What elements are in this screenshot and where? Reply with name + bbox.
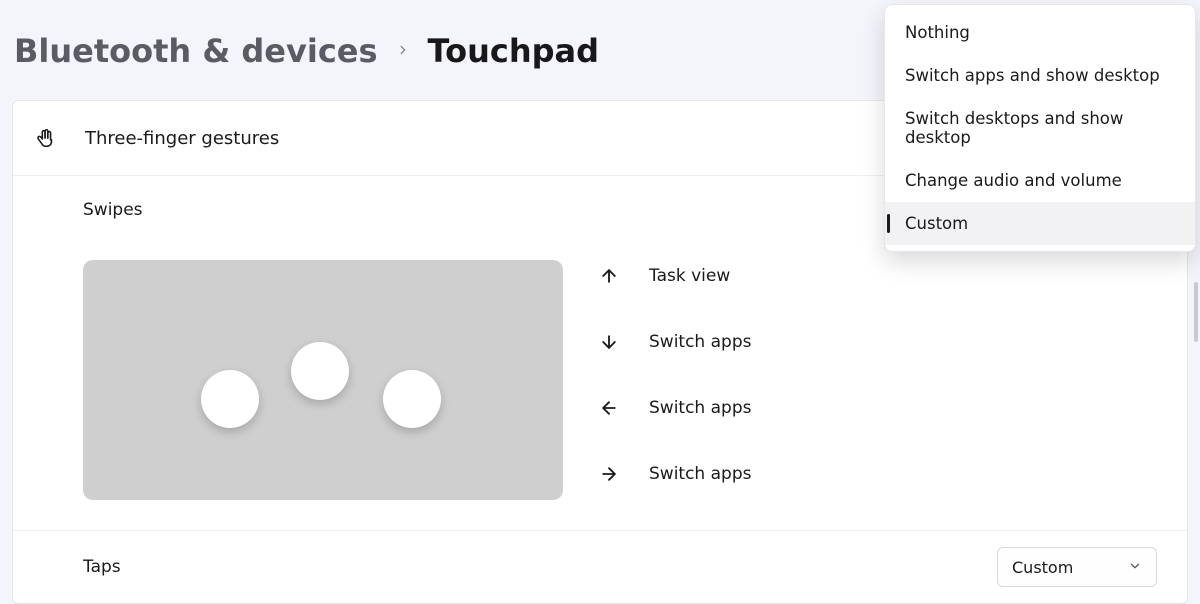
taps-combobox-value: Custom (1012, 558, 1073, 577)
taps-combobox[interactable]: Custom (997, 547, 1157, 587)
swipe-left-label: Switch apps (649, 398, 751, 418)
swipe-right-label: Switch apps (649, 464, 751, 484)
scrollbar[interactable] (1194, 282, 1198, 342)
chevron-down-icon (1128, 558, 1142, 577)
swipe-left-item[interactable]: Switch apps (599, 398, 751, 418)
arrow-right-icon (599, 464, 619, 484)
chevron-right-icon (396, 41, 410, 62)
finger-dot (201, 370, 259, 428)
swipe-direction-list: Task view Switch apps Switch apps (599, 260, 751, 484)
swipe-down-item[interactable]: Switch apps (599, 332, 751, 352)
swipe-up-item[interactable]: Task view (599, 266, 751, 286)
taps-row: Taps Custom (13, 531, 1187, 603)
dropdown-option-nothing[interactable]: Nothing (885, 11, 1195, 54)
dropdown-option-custom[interactable]: Custom (885, 202, 1195, 245)
dropdown-option-audio-volume[interactable]: Change audio and volume (885, 159, 1195, 202)
section-title: Three-finger gestures (85, 128, 279, 149)
breadcrumb-parent[interactable]: Bluetooth & devices (14, 32, 378, 70)
taps-label: Taps (83, 557, 121, 577)
finger-dot (291, 342, 349, 400)
finger-dot (383, 370, 441, 428)
arrow-down-icon (599, 332, 619, 352)
swipes-preset-dropdown[interactable]: Nothing Switch apps and show desktop Swi… (884, 4, 1196, 252)
swipe-up-label: Task view (649, 266, 730, 286)
swipe-right-item[interactable]: Switch apps (599, 464, 751, 484)
breadcrumb-current: Touchpad (428, 32, 600, 70)
dropdown-option-switch-desktops[interactable]: Switch desktops and show desktop (885, 97, 1195, 159)
arrow-left-icon (599, 398, 619, 418)
touchpad-preview (83, 260, 563, 500)
hand-icon (35, 127, 57, 149)
arrow-up-icon (599, 266, 619, 286)
swipe-down-label: Switch apps (649, 332, 751, 352)
dropdown-option-switch-apps-desktop[interactable]: Switch apps and show desktop (885, 54, 1195, 97)
